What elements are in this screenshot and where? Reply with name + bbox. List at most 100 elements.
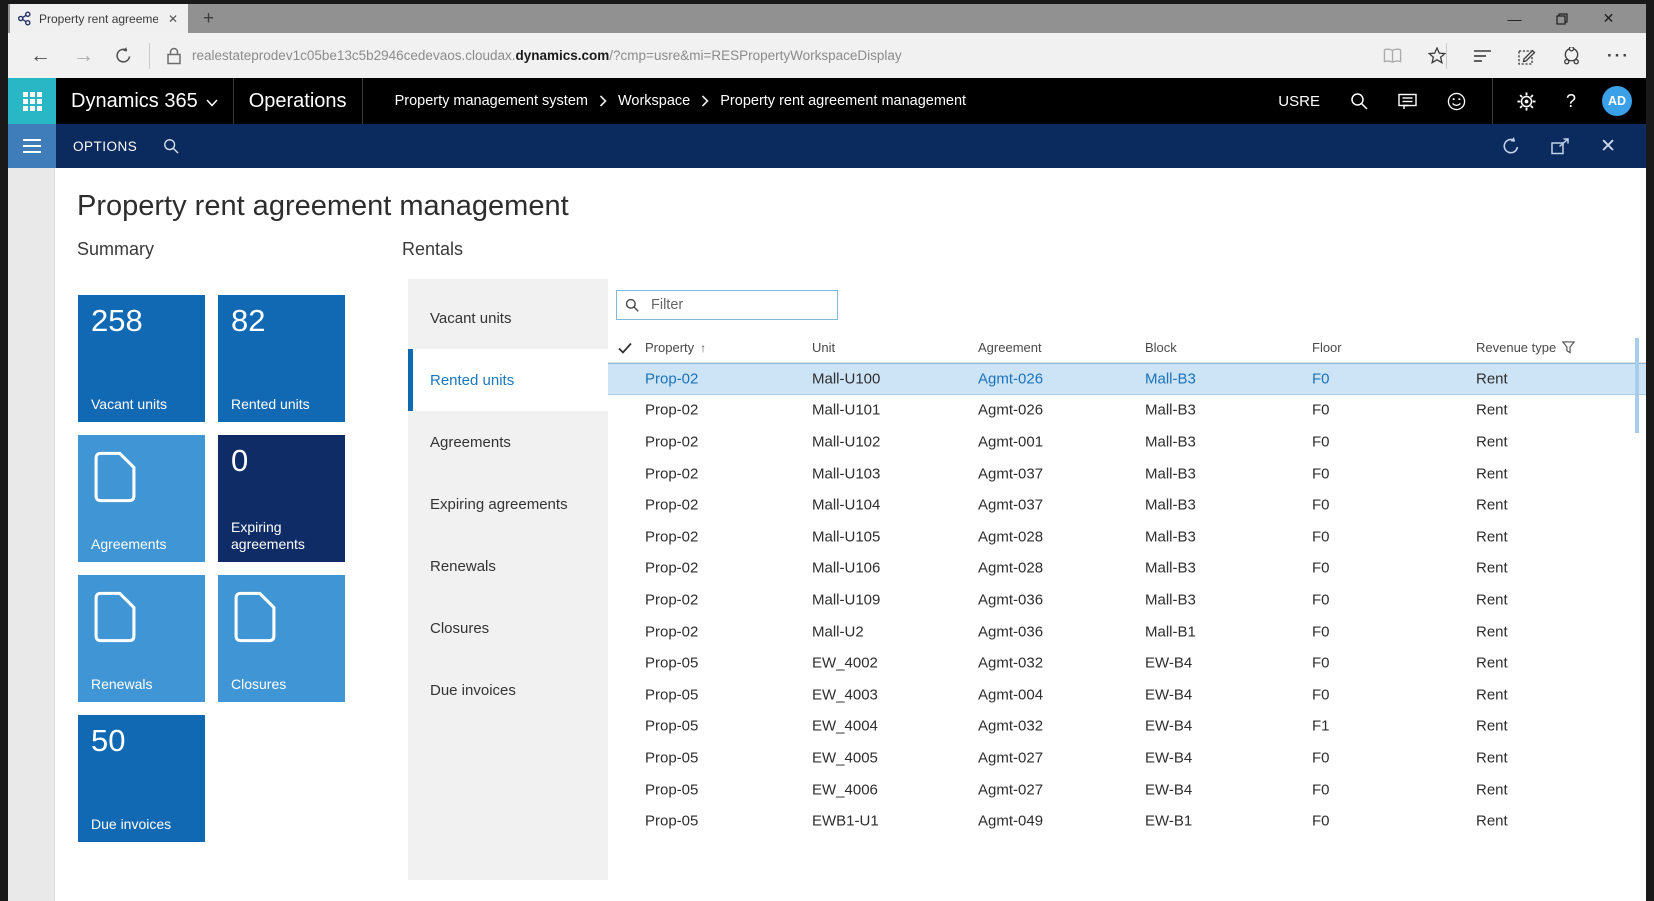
cell-agreement[interactable]: Agmt-027: [978, 781, 1043, 798]
cell-property[interactable]: Prop-02: [645, 591, 698, 608]
table-row[interactable]: Prop-05 EWB1-U1 Agmt-049 EW-B1 F0 Rent: [608, 805, 1646, 837]
rentals-tab[interactable]: Vacant units: [408, 287, 608, 349]
column-header-floor[interactable]: Floor: [1312, 340, 1342, 355]
cell-agreement[interactable]: Agmt-049: [978, 813, 1043, 830]
cell-agreement[interactable]: Agmt-037: [978, 497, 1043, 514]
avatar[interactable]: AD: [1602, 86, 1632, 116]
company-picker[interactable]: USRE: [1278, 93, 1320, 110]
cell-floor[interactable]: F0: [1312, 686, 1330, 703]
cell-floor[interactable]: F0: [1312, 370, 1330, 387]
cell-floor[interactable]: F0: [1312, 402, 1330, 419]
cell-property[interactable]: Prop-05: [645, 749, 698, 766]
table-row[interactable]: Prop-02 Mall-U101 Agmt-026 Mall-B3 F0 Re…: [608, 395, 1646, 427]
cell-block[interactable]: Mall-B3: [1145, 465, 1196, 482]
options-menu[interactable]: OPTIONS: [73, 139, 137, 154]
cell-floor[interactable]: F0: [1312, 433, 1330, 450]
forward-icon[interactable]: →: [73, 45, 94, 66]
rentals-tab[interactable]: Rented units: [408, 349, 608, 411]
cell-floor[interactable]: F0: [1312, 781, 1330, 798]
cell-block[interactable]: Mall-B3: [1145, 591, 1196, 608]
summary-tile[interactable]: Closures: [218, 575, 345, 702]
breadcrumb-item[interactable]: Property management system: [395, 93, 618, 109]
waffle-icon[interactable]: [8, 78, 56, 124]
table-row[interactable]: Prop-05 EW_4005 Agmt-027 EW-B4 F0 Rent: [608, 742, 1646, 774]
table-row[interactable]: Prop-05 EW_4004 Agmt-032 EW-B4 F1 Rent: [608, 711, 1646, 743]
cell-property[interactable]: Prop-02: [645, 402, 698, 419]
cell-block[interactable]: EW-B4: [1145, 718, 1192, 735]
cell-block[interactable]: EW-B4: [1145, 749, 1192, 766]
table-row[interactable]: Prop-02 Mall-U102 Agmt-001 Mall-B3 F0 Re…: [608, 426, 1646, 458]
chevron-down-icon[interactable]: [206, 99, 218, 107]
cell-agreement[interactable]: Agmt-036: [978, 591, 1043, 608]
cell-floor[interactable]: F0: [1312, 528, 1330, 545]
cell-property[interactable]: Prop-05: [645, 655, 698, 672]
table-row[interactable]: Prop-02 Mall-U106 Agmt-028 Mall-B3 F0 Re…: [608, 553, 1646, 585]
feedback-icon[interactable]: [1398, 93, 1417, 110]
cell-agreement[interactable]: Agmt-037: [978, 465, 1043, 482]
table-row[interactable]: Prop-02 Mall-U104 Agmt-037 Mall-B3 F0 Re…: [608, 489, 1646, 521]
url-text[interactable]: realestateprodev1c05be13c5b2946cedevaos.…: [192, 48, 902, 63]
rentals-tab[interactable]: Due invoices: [408, 659, 608, 721]
summary-tile[interactable]: Renewals: [78, 575, 205, 702]
grid-scrollbar[interactable]: [1635, 338, 1639, 433]
browser-tab[interactable]: Property rent agreemen ✕: [10, 4, 188, 33]
column-header-property[interactable]: Property↑: [645, 340, 706, 355]
cell-property[interactable]: Prop-02: [645, 560, 698, 577]
cell-block[interactable]: EW-B1: [1145, 813, 1192, 830]
cell-agreement[interactable]: Agmt-028: [978, 560, 1043, 577]
cell-floor[interactable]: F1: [1312, 718, 1330, 735]
back-icon[interactable]: ←: [30, 45, 51, 66]
table-row[interactable]: Prop-05 EW_4003 Agmt-004 EW-B4 F0 Rent: [608, 679, 1646, 711]
cell-floor[interactable]: F0: [1312, 813, 1330, 830]
funnel-icon[interactable]: [1562, 341, 1575, 354]
cell-property[interactable]: Prop-02: [645, 465, 698, 482]
breadcrumb-item[interactable]: Workspace: [618, 93, 720, 109]
cell-block[interactable]: EW-B4: [1145, 655, 1192, 672]
table-row[interactable]: Prop-05 EW_4006 Agmt-027 EW-B4 F0 Rent: [608, 774, 1646, 806]
cell-property[interactable]: Prop-05: [645, 813, 698, 830]
hub-icon[interactable]: [1473, 49, 1492, 63]
close-window-button[interactable]: ✕: [1585, 4, 1632, 33]
cell-agreement[interactable]: Agmt-032: [978, 655, 1043, 672]
search-icon[interactable]: [1350, 92, 1368, 110]
checkmark-icon[interactable]: [618, 342, 632, 354]
cell-block[interactable]: Mall-B3: [1145, 528, 1196, 545]
cell-agreement[interactable]: Agmt-032: [978, 718, 1043, 735]
cell-floor[interactable]: F0: [1312, 465, 1330, 482]
star-icon[interactable]: [1428, 47, 1446, 64]
cell-agreement[interactable]: Agmt-026: [978, 370, 1043, 387]
collapsed-nav-pane[interactable]: [8, 168, 55, 901]
rentals-tab[interactable]: Expiring agreements: [408, 473, 608, 535]
cell-agreement[interactable]: Agmt-026: [978, 402, 1043, 419]
cell-block[interactable]: Mall-B3: [1145, 497, 1196, 514]
close-page-icon[interactable]: ✕: [1600, 137, 1616, 156]
cell-block[interactable]: Mall-B3: [1145, 370, 1196, 387]
rentals-tab[interactable]: Closures: [408, 597, 608, 659]
summary-tile[interactable]: 82 Rented units: [218, 295, 345, 422]
cell-property[interactable]: Prop-05: [645, 781, 698, 798]
column-header-block[interactable]: Block: [1145, 340, 1177, 355]
table-row[interactable]: Prop-02 Mall-U105 Agmt-028 Mall-B3 F0 Re…: [608, 521, 1646, 553]
hamburger-icon[interactable]: [8, 124, 56, 168]
product-name[interactable]: Dynamics 365: [71, 90, 198, 113]
cell-property[interactable]: Prop-02: [645, 623, 698, 640]
help-icon[interactable]: ?: [1566, 91, 1576, 112]
summary-tile[interactable]: Agreements: [78, 435, 205, 562]
cell-property[interactable]: Prop-02: [645, 370, 698, 387]
summary-tile[interactable]: 0 Expiring agreements: [218, 435, 345, 562]
reading-view-icon[interactable]: [1383, 48, 1402, 64]
table-row[interactable]: Prop-02 Mall-U109 Agmt-036 Mall-B3 F0 Re…: [608, 584, 1646, 616]
cell-floor[interactable]: F0: [1312, 497, 1330, 514]
summary-tile[interactable]: 50 Due invoices: [78, 715, 205, 842]
column-header-agreement[interactable]: Agreement: [978, 340, 1042, 355]
web-note-icon[interactable]: [1518, 47, 1536, 65]
column-header-revenue-type[interactable]: Revenue type: [1476, 340, 1575, 355]
rentals-tab[interactable]: Agreements: [408, 411, 608, 473]
filter-input[interactable]: [649, 296, 840, 314]
more-icon[interactable]: ···: [1607, 46, 1630, 66]
cell-floor[interactable]: F0: [1312, 591, 1330, 608]
cell-property[interactable]: Prop-05: [645, 718, 698, 735]
cell-property[interactable]: Prop-02: [645, 497, 698, 514]
cell-property[interactable]: Prop-02: [645, 433, 698, 450]
cell-property[interactable]: Prop-05: [645, 686, 698, 703]
